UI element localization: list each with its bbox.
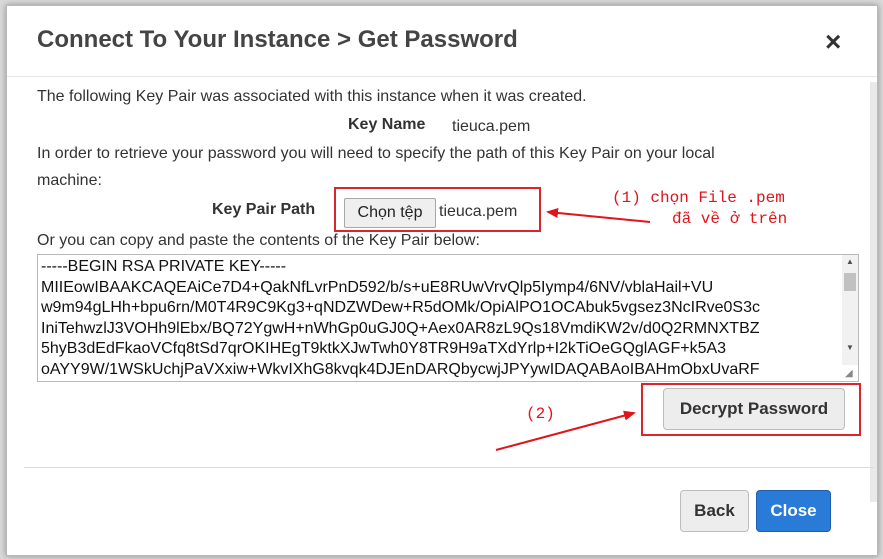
annotation-note-1: (1) chọn File .pem: [612, 189, 785, 207]
scroll-down-arrow-icon[interactable]: ▼: [842, 341, 858, 355]
retrieve-instructions: In order to retrieve your password you w…: [37, 145, 715, 162]
annotation-box-file: [334, 187, 541, 232]
key-name-value: tieuca.pem: [452, 118, 531, 135]
intro-text: The following Key Pair was associated wi…: [37, 88, 587, 105]
footer-divider: [24, 467, 874, 468]
paste-instructions: Or you can copy and paste the contents o…: [37, 232, 480, 249]
key-pair-path-label: Key Pair Path: [212, 201, 316, 218]
key-name-label: Key Name: [348, 116, 426, 133]
resize-grip-icon[interactable]: ◢: [845, 368, 857, 380]
dialog-header: Connect To Your Instance > Get Password …: [7, 6, 877, 77]
annotation-note-1-cont: đã về ở trên: [672, 210, 788, 228]
key-contents-textarea[interactable]: -----BEGIN RSA PRIVATE KEY----- MIIEowIB…: [37, 254, 859, 382]
get-password-dialog: Connect To Your Instance > Get Password …: [6, 5, 878, 556]
dialog-title: Connect To Your Instance > Get Password: [37, 26, 518, 53]
close-button[interactable]: Close: [756, 490, 831, 532]
close-icon[interactable]: ×: [825, 28, 841, 56]
back-button[interactable]: Back: [680, 490, 749, 532]
textarea-scrollbar[interactable]: ▲ ▼: [842, 255, 858, 365]
scroll-up-arrow-icon[interactable]: ▲: [842, 255, 858, 269]
key-contents-text: -----BEGIN RSA PRIVATE KEY----- MIIEowIB…: [41, 258, 760, 378]
annotation-note-2: (2): [526, 405, 555, 423]
annotation-box-decrypt: [641, 383, 861, 436]
scroll-thumb[interactable]: [844, 273, 856, 291]
dialog-scrollbar[interactable]: [870, 82, 877, 502]
retrieve-instructions-cont: machine:: [37, 172, 102, 189]
